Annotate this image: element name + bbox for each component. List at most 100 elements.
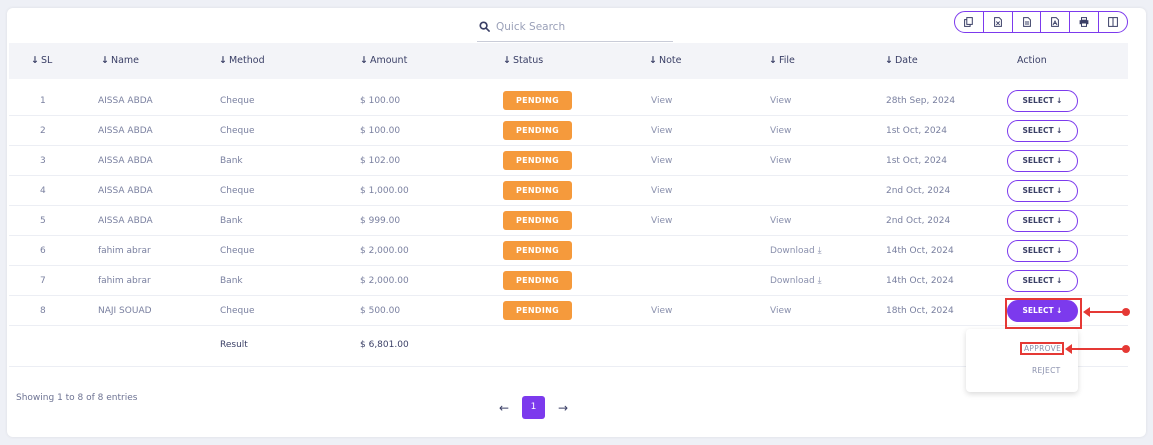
row-method: Cheque — [220, 96, 255, 106]
status-badge: PENDING — [503, 151, 572, 170]
sort-arrow-icon: ↓ — [769, 55, 777, 66]
row-method: Cheque — [220, 306, 255, 316]
search-input[interactable] — [496, 20, 666, 33]
file-download-link[interactable]: Download ⤓ — [770, 266, 822, 296]
row-name: AISSA ABDA — [98, 96, 153, 106]
row-sl: 4 — [40, 186, 46, 196]
row-sl: 8 — [40, 306, 46, 316]
row-name: NAJI SOUAD — [98, 306, 152, 316]
row-amount: $ 100.00 — [360, 96, 401, 106]
copy-button[interactable] — [955, 12, 983, 32]
select-action-button[interactable]: SELECT ↓ — [1007, 120, 1078, 142]
note-view-link[interactable]: View — [651, 296, 672, 326]
select-action-button[interactable]: SELECT ↓ — [1007, 90, 1078, 112]
row-sl: 5 — [40, 216, 46, 226]
column-header-sl[interactable]: ↓ SL — [31, 43, 52, 79]
row-method: Bank — [220, 276, 243, 286]
status-badge: PENDING — [503, 301, 572, 320]
print-button[interactable] — [1069, 12, 1098, 32]
excel-button[interactable] — [1011, 12, 1041, 32]
entries-info: Showing 1 to 8 of 8 entries — [16, 393, 138, 403]
row-sl: 2 — [40, 126, 46, 136]
sort-arrow-icon: ↓ — [503, 55, 511, 66]
result-row: Result $ 6,801.00 — [9, 323, 1128, 367]
note-view-link[interactable]: View — [651, 146, 672, 176]
status-badge: PENDING — [503, 211, 572, 230]
note-view-link[interactable]: View — [651, 176, 672, 206]
table-header: ↓ SL ↓ Name ↓ Method ↓ Amount ↓ Status ↓ Note … — [9, 43, 1128, 79]
columns-icon — [1108, 17, 1118, 27]
note-view-link[interactable]: View — [651, 86, 672, 116]
status-badge: PENDING — [503, 121, 572, 140]
result-total: $ 6,801.00 — [360, 340, 409, 350]
row-sl: 7 — [40, 276, 46, 286]
columns-button[interactable] — [1098, 12, 1127, 32]
row-amount: $ 102.00 — [360, 156, 401, 166]
row-amount: $ 1,000.00 — [360, 186, 409, 196]
column-header-note[interactable]: ↓ Note — [649, 43, 681, 79]
row-amount: $ 2,000.00 — [360, 276, 409, 286]
callout-arrow-approve — [1065, 344, 1130, 354]
table-row: 8 NAJI SOUAD Cheque $ 500.00 PENDING Vie… — [9, 296, 1128, 326]
print-icon — [1079, 17, 1089, 27]
reject-option[interactable]: REJECT — [1032, 366, 1061, 375]
row-name: fahim abrar — [98, 246, 151, 256]
sort-arrow-icon: ↓ — [885, 55, 893, 66]
approve-option[interactable]: APPROVE — [1024, 344, 1061, 353]
file-view-link[interactable]: View — [770, 116, 791, 146]
row-date: 2nd Oct, 2024 — [886, 216, 951, 226]
status-badge: PENDING — [503, 241, 572, 260]
row-date: 1st Oct, 2024 — [886, 126, 947, 136]
sort-arrow-icon: ↓ — [101, 55, 109, 66]
next-page-icon[interactable]: → — [553, 398, 573, 418]
select-action-button[interactable]: SELECT ↓ — [1007, 180, 1078, 202]
file-view-link[interactable]: View — [770, 206, 791, 236]
column-header-method[interactable]: ↓ Method — [219, 43, 265, 79]
select-action-button[interactable]: SELECT ↓ — [1007, 270, 1078, 292]
row-amount: $ 500.00 — [360, 306, 401, 316]
result-label: Result — [220, 340, 248, 350]
file-download-link[interactable]: Download ⤓ — [770, 236, 822, 266]
column-header-status[interactable]: ↓ Status — [503, 43, 543, 79]
select-action-button[interactable]: SELECT ↓ — [1007, 150, 1078, 172]
row-date: 14th Oct, 2024 — [886, 276, 954, 286]
file-view-link[interactable]: View — [770, 86, 791, 116]
sort-arrow-icon: ↓ — [31, 55, 39, 66]
row-amount: $ 100.00 — [360, 126, 401, 136]
row-method: Bank — [220, 216, 243, 226]
table-row: 4 AISSA ABDA Cheque $ 1,000.00 PENDING V… — [9, 176, 1128, 206]
pdf-icon — [1051, 17, 1060, 27]
select-action-button[interactable]: SELECT ↓ — [1007, 240, 1078, 262]
file-view-link[interactable]: View — [770, 296, 791, 326]
column-header-amount[interactable]: ↓ Amount — [360, 43, 407, 79]
page-number-button[interactable]: 1 — [522, 396, 545, 419]
select-action-button[interactable]: SELECT ↓ — [1007, 210, 1078, 232]
column-header-date[interactable]: ↓ Date — [885, 43, 918, 79]
column-header-file[interactable]: ↓ File — [769, 43, 795, 79]
row-amount: $ 999.00 — [360, 216, 401, 226]
note-view-link[interactable]: View — [651, 116, 672, 146]
action-dropdown-menu: APPROVE REJECT — [966, 329, 1078, 392]
row-sl: 6 — [40, 246, 46, 256]
table-row: 6 fahim abrar Cheque $ 2,000.00 PENDING … — [9, 236, 1128, 266]
select-action-button-active[interactable]: SELECT ↓ — [1007, 300, 1078, 322]
csv-icon — [993, 17, 1002, 27]
csv-button[interactable] — [982, 12, 1012, 32]
quick-search[interactable] — [477, 12, 673, 42]
file-view-link[interactable]: View — [770, 146, 791, 176]
sort-arrow-icon: ↓ — [649, 55, 657, 66]
row-sl: 3 — [40, 156, 46, 166]
prev-page-icon[interactable]: ← — [494, 398, 514, 418]
row-method: Cheque — [220, 186, 255, 196]
row-name: AISSA ABDA — [98, 216, 153, 226]
note-view-link[interactable]: View — [651, 206, 672, 236]
status-badge: PENDING — [503, 91, 572, 110]
pdf-button[interactable] — [1040, 12, 1069, 32]
row-date: 14th Oct, 2024 — [886, 246, 954, 256]
row-sl: 1 — [40, 96, 46, 106]
pagination: ← 1 → — [494, 396, 573, 419]
column-header-name[interactable]: ↓ Name — [101, 43, 139, 79]
row-name: AISSA ABDA — [98, 126, 153, 136]
status-badge: PENDING — [503, 181, 572, 200]
table-row: 5 AISSA ABDA Bank $ 999.00 PENDING View … — [9, 206, 1128, 236]
